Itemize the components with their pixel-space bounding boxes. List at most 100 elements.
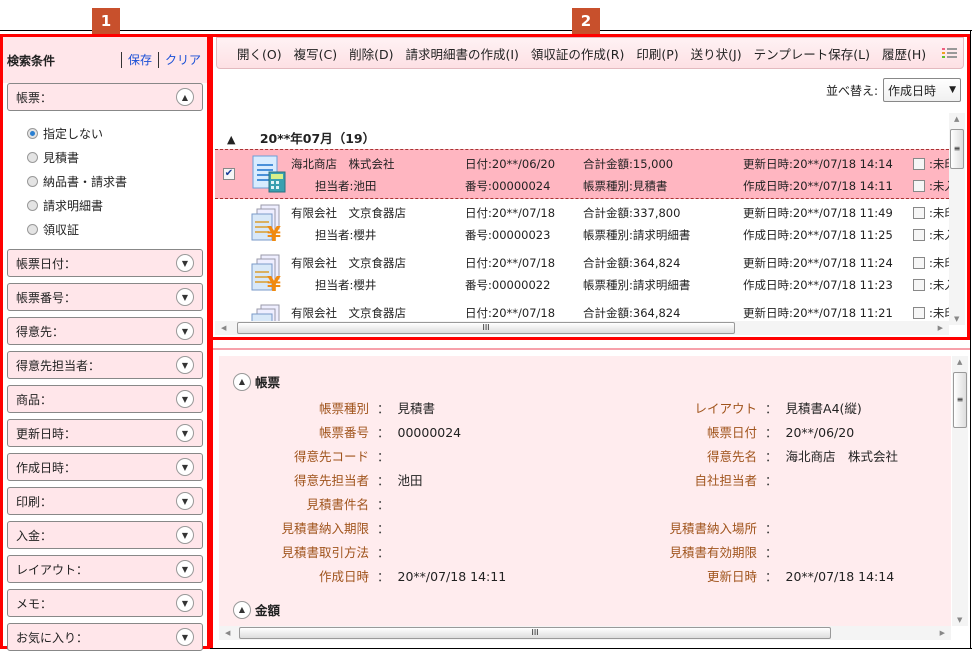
chevron-down-icon[interactable]: ▼ xyxy=(176,288,194,306)
print-status-checkbox[interactable] xyxy=(913,307,925,319)
toolbar-button[interactable]: 開く(O) xyxy=(237,44,282,63)
chevron-down-icon[interactable]: ▼ xyxy=(176,356,194,374)
filter-accordion[interactable]: 帳票日付： ▼ xyxy=(7,249,203,277)
toolbar-button[interactable]: 請求明細書の作成(I) xyxy=(405,44,518,63)
toolbar-button[interactable]: 印刷(P) xyxy=(636,44,678,63)
chevron-down-icon[interactable]: ▼ xyxy=(176,492,194,510)
total-amount: 合計金額:364,824 xyxy=(583,306,681,320)
chevron-down-icon[interactable]: ▼ xyxy=(176,560,194,578)
chevron-down-icon[interactable]: ▼ xyxy=(176,458,194,476)
filter-form-type[interactable]: 帳票： ▲ xyxy=(7,83,203,111)
chevron-up-icon[interactable]: ▲ xyxy=(233,600,251,619)
filter-accordion[interactable]: 得意先担当者： ▼ xyxy=(7,351,203,379)
chevron-down-icon[interactable]: ▼ xyxy=(176,628,194,646)
scroll-thumb[interactable]: ≡ xyxy=(950,129,964,169)
list-horizontal-scrollbar[interactable]: ◀ III ▶ xyxy=(215,321,949,335)
field-colon: ： xyxy=(377,521,390,536)
toolbar-button[interactable]: テンプレート保存(L) xyxy=(754,44,870,63)
radio-label: 指定しない xyxy=(43,126,104,141)
filter-accordion[interactable]: 得意先： ▼ xyxy=(7,317,203,345)
splitter[interactable] xyxy=(213,348,970,350)
person-in-charge: 担当者:池田 xyxy=(315,179,377,193)
print-status-checkbox[interactable] xyxy=(913,207,925,219)
list-icon[interactable] xyxy=(942,48,958,58)
doc-date: 日付:20**/07/18 xyxy=(465,206,556,220)
filter-accordion[interactable]: 入金： ▼ xyxy=(7,521,203,549)
list-vertical-scrollbar[interactable]: ▲ ≡ ▼ xyxy=(949,113,965,325)
chevron-down-icon[interactable]: ▼ xyxy=(176,526,194,544)
scroll-up-arrow-icon[interactable]: ▲ xyxy=(957,358,962,366)
chevron-up-icon[interactable]: ▲ xyxy=(233,372,251,391)
payment-status-checkbox[interactable] xyxy=(913,229,925,241)
sort-select[interactable]: 作成日時 ▼ xyxy=(883,78,961,102)
clear-link[interactable]: クリア xyxy=(157,52,207,68)
toolbar-button[interactable]: 削除(D) xyxy=(349,44,393,63)
radio-button[interactable] xyxy=(27,151,38,163)
scroll-down-arrow-icon[interactable]: ▼ xyxy=(954,315,959,323)
chevron-down-icon[interactable]: ▼ xyxy=(176,594,194,612)
toolbar-button[interactable]: 履歴(H) xyxy=(882,44,926,63)
row-checkbox[interactable]: ✔ xyxy=(223,168,235,180)
radio-option[interactable]: 指定しない xyxy=(27,121,207,145)
toolbar-button[interactable]: 複写(C) xyxy=(294,44,337,63)
field-colon: ： xyxy=(377,449,390,464)
detail-field: 自社担当者 ： xyxy=(619,470,786,489)
chevron-down-icon[interactable]: ▼ xyxy=(176,322,194,340)
filter-accordion[interactable]: 帳票番号： ▼ xyxy=(7,283,203,311)
save-link[interactable]: 保存 xyxy=(120,52,158,68)
group-header[interactable]: ▲ 20**年07月（19） xyxy=(227,128,375,147)
chevron-down-icon[interactable]: ▼ xyxy=(176,254,194,272)
filter-accordion[interactable]: 商品： ▼ xyxy=(7,385,203,413)
table-row[interactable]: ¥ 有限会社 文京食器店 日付:20**/07/18 合計金額:364,824 更新日時… xyxy=(215,299,949,321)
table-row[interactable]: ¥ 有限会社 文京食器店 担当者:櫻井 日付:20**/07/18 番号:0000002… xyxy=(215,199,949,249)
filter-accordion[interactable]: レイアウト： ▼ xyxy=(7,555,203,583)
field-colon: ： xyxy=(377,473,390,488)
scroll-left-arrow-icon[interactable]: ◀ xyxy=(221,324,226,332)
print-status-checkbox[interactable] xyxy=(913,158,925,170)
chevron-down-icon[interactable]: ▼ xyxy=(176,390,194,408)
customer-name: 海北商店 株式会社 xyxy=(291,157,395,171)
search-panel-title: 検索条件 xyxy=(7,53,56,68)
doc-number: 番号:00000023 xyxy=(465,228,551,242)
field-label: 見積書納入期限 xyxy=(281,521,369,536)
scroll-thumb[interactable]: ≡ xyxy=(953,372,967,428)
radio-option[interactable]: 請求明細書 xyxy=(27,193,207,217)
chevron-down-icon[interactable]: ▼ xyxy=(176,424,194,442)
filter-label: 得意先： xyxy=(16,324,65,339)
filter-label: メモ： xyxy=(16,596,53,611)
payment-status-checkbox[interactable] xyxy=(913,180,925,192)
table-row[interactable]: ¥ 有限会社 文京食器店 担当者:櫻井 日付:20**/07/18 番号:0000002… xyxy=(215,249,949,299)
radio-button[interactable] xyxy=(27,175,38,187)
scroll-thumb[interactable]: III xyxy=(237,322,735,334)
filter-accordion[interactable]: 更新日時： ▼ xyxy=(7,419,203,447)
detail-horizontal-scrollbar[interactable]: ◀ III ▶ xyxy=(219,626,951,640)
radio-option[interactable]: 見積書 xyxy=(27,145,207,169)
radio-button[interactable] xyxy=(27,223,38,235)
filter-accordion[interactable]: 作成日時： ▼ xyxy=(7,453,203,481)
scroll-right-arrow-icon[interactable]: ▶ xyxy=(938,324,943,332)
scroll-down-arrow-icon[interactable]: ▼ xyxy=(957,616,962,624)
radio-option[interactable]: 納品書・請求書 xyxy=(27,169,207,193)
document-list: ✔ 海北商店 株式会社 担当者:池田 日付:20**/06/20 番号:00000024… xyxy=(215,149,949,321)
radio-button[interactable] xyxy=(27,199,38,211)
filter-accordion[interactable]: 印刷： ▼ xyxy=(7,487,203,515)
radio-button[interactable] xyxy=(27,127,38,139)
section-title: 金額 xyxy=(255,603,281,618)
scroll-left-arrow-icon[interactable]: ◀ xyxy=(225,629,230,637)
scroll-thumb[interactable]: III xyxy=(239,627,831,639)
collapse-triangle-icon[interactable]: ▲ xyxy=(227,133,235,146)
filter-accordion[interactable]: メモ： ▼ xyxy=(7,589,203,617)
toolbar-button[interactable]: 送り状(J) xyxy=(691,44,742,63)
detail-vertical-scrollbar[interactable]: ▲ ≡ ▼ xyxy=(952,356,968,626)
table-row[interactable]: ✔ 海北商店 株式会社 担当者:池田 日付:20**/06/20 番号:00000024… xyxy=(215,149,949,199)
section-header-form[interactable]: ▲ 帳票 xyxy=(233,372,280,391)
toolbar-button[interactable]: 領収証の作成(R) xyxy=(531,44,624,63)
section-header-amount[interactable]: ▲ 金額 xyxy=(233,600,280,619)
chevron-up-icon[interactable]: ▲ xyxy=(176,88,194,106)
payment-status-checkbox[interactable] xyxy=(913,279,925,291)
radio-option[interactable]: 領収証 xyxy=(27,217,207,241)
print-status-checkbox[interactable] xyxy=(913,257,925,269)
filter-accordion[interactable]: お気に入り： ▼ xyxy=(7,623,203,651)
scroll-up-arrow-icon[interactable]: ▲ xyxy=(954,115,959,123)
scroll-right-arrow-icon[interactable]: ▶ xyxy=(940,629,945,637)
